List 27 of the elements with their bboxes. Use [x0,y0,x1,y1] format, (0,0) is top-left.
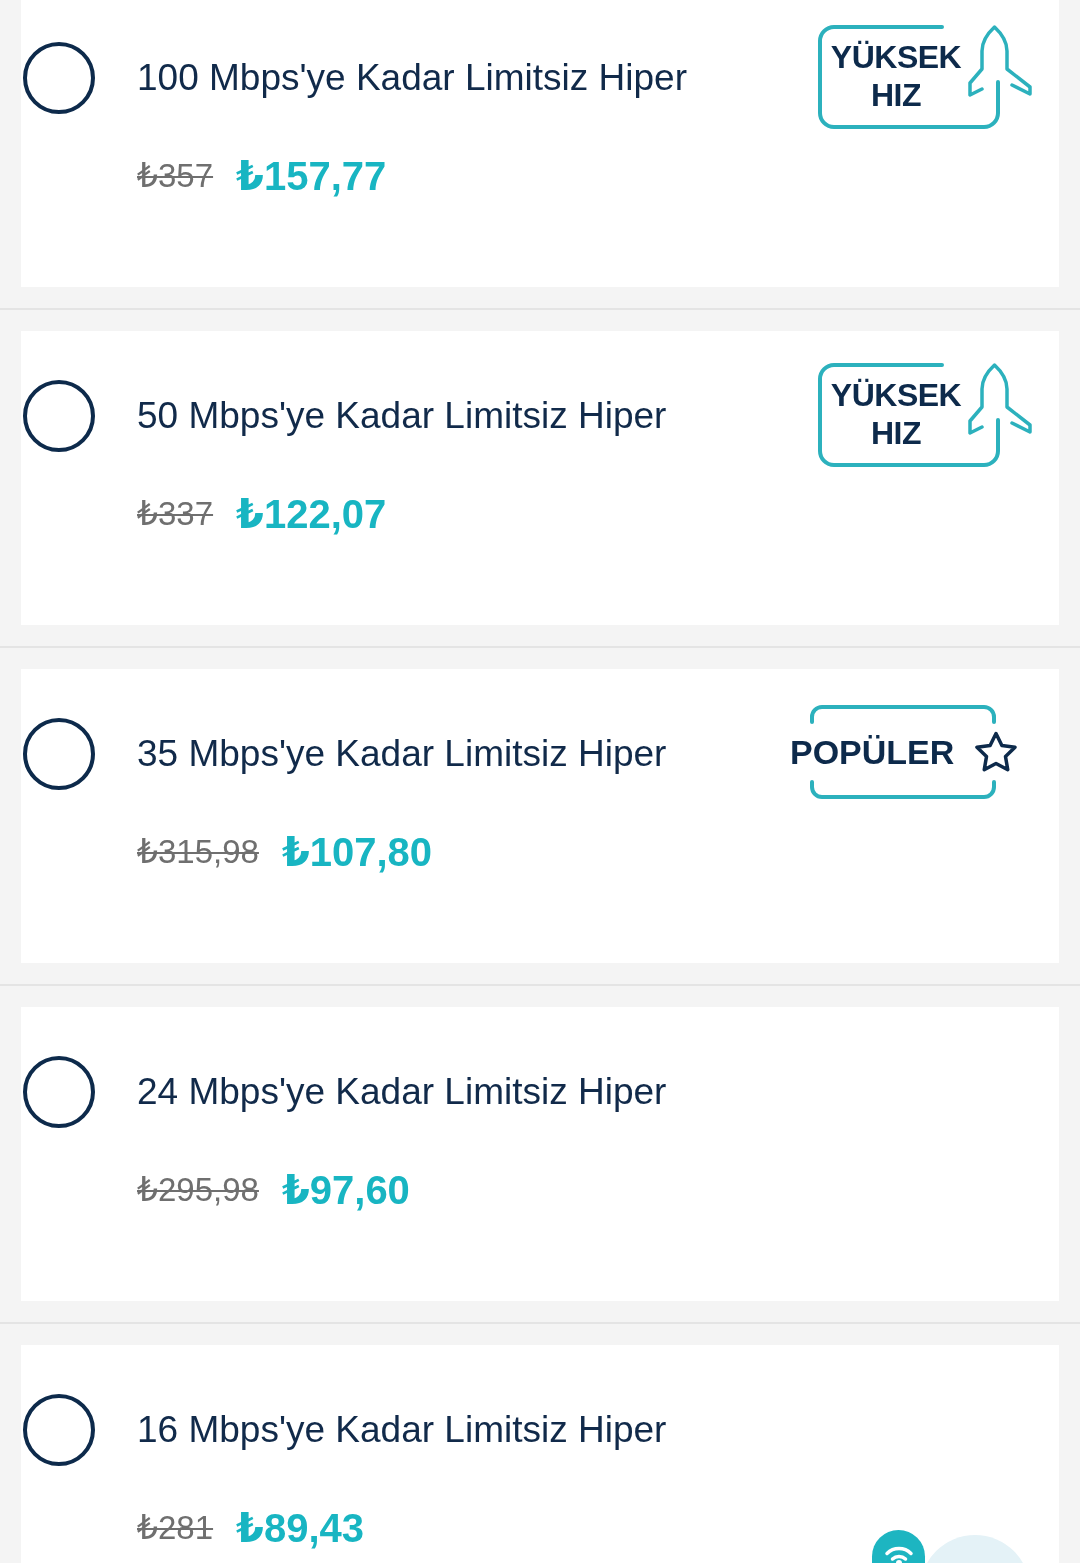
plan-card[interactable]: 100 Mbps'ye Kadar Limitsiz Hiper ₺357 ₺157,77 YÜKSEK HIZ [21,0,1059,287]
plan-card[interactable]: 50 Mbps'ye Kadar Limitsiz Hiper ₺337 ₺122,07 YÜKSEK HIZ [21,331,1059,625]
rocket-icon [967,25,1033,97]
speed-badge: YÜKSEK HIZ [816,23,1002,131]
plan-card[interactable]: 24 Mbps'ye Kadar Limitsiz Hiper ₺295,98 ₺97,60 [21,1007,1059,1301]
old-price: ₺337 [137,494,214,534]
price: ₺107,80 [281,829,433,876]
old-price: ₺315,98 [137,832,259,872]
old-price: ₺281 [137,1508,214,1548]
price: ₺89,43 [236,1505,364,1552]
plan-title: 50 Mbps'ye Kadar Limitsiz Hiper [137,394,667,438]
old-price: ₺295,98 [137,1170,259,1210]
rocket-icon [967,363,1033,435]
plan-card[interactable]: 35 Mbps'ye Kadar Limitsiz Hiper ₺315,98 ₺107,80 POPÜLER [21,669,1059,963]
plan-title: 16 Mbps'ye Kadar Limitsiz Hiper [137,1408,667,1452]
plan-title: 100 Mbps'ye Kadar Limitsiz Hiper [137,56,687,100]
popular-badge: POPÜLER [790,700,996,800]
plan-title: 24 Mbps'ye Kadar Limitsiz Hiper [137,1070,667,1114]
price: ₺122,07 [236,491,387,538]
price: ₺97,60 [281,1167,410,1214]
wifi-icon [883,1544,914,1563]
old-price: ₺357 [137,156,214,196]
star-icon [973,730,1019,773]
plan-card[interactable]: 16 Mbps'ye Kadar Limitsiz Hiper ₺281 ₺89,43 [21,1345,1059,1563]
plan-title: 35 Mbps'ye Kadar Limitsiz Hiper [137,732,667,776]
speed-badge: YÜKSEK HIZ [816,361,1002,469]
price: ₺157,77 [236,153,387,200]
